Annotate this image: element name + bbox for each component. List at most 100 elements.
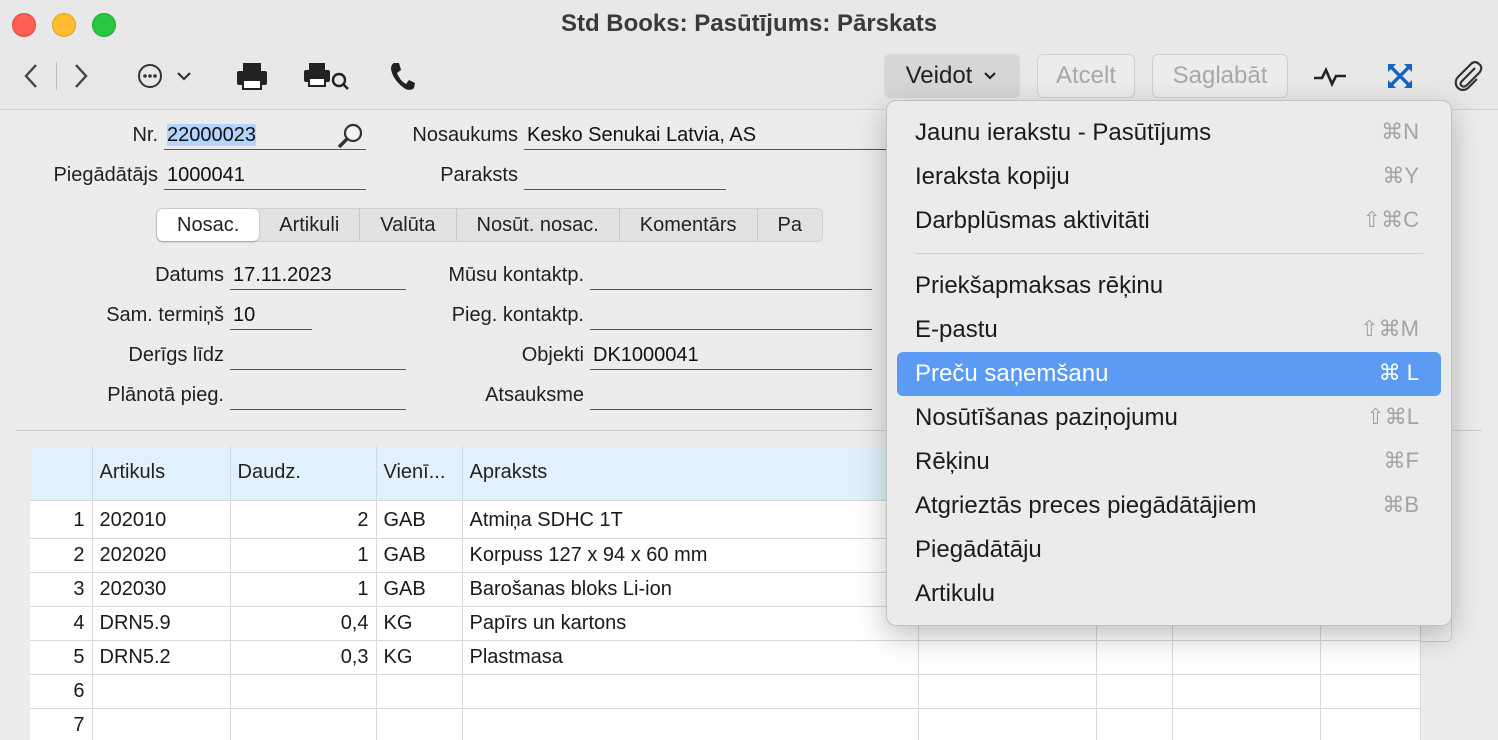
menu-item-returned-goods[interactable]: Atgrieztās preces piegādātājiem ⌘B: [897, 484, 1441, 528]
cell-apraksts[interactable]: Atmiņa SDHC 1T: [462, 504, 919, 539]
cell-vieniba[interactable]: [376, 708, 463, 740]
cell-extra[interactable]: [918, 708, 1097, 740]
cell-extra[interactable]: [1172, 640, 1321, 675]
menu-item-goods-receipt[interactable]: Preču saņemšanu ⌘ L: [897, 352, 1441, 396]
atsauksme-field[interactable]: [590, 380, 872, 410]
cell-extra[interactable]: [1096, 674, 1173, 709]
cell-artikuls[interactable]: DRN5.2: [92, 640, 231, 675]
cell-extra[interactable]: [1096, 640, 1173, 675]
planota-pieg-label: Plānotā pieg.: [107, 384, 224, 406]
menu-item-label: Atgrieztās preces piegādātājiem: [915, 492, 1257, 519]
paperclip-icon[interactable]: [1448, 58, 1488, 94]
search-icon[interactable]: [335, 122, 365, 150]
paraksts-label: Paraksts: [440, 164, 518, 186]
tab-nosut-nosac[interactable]: Nosūt. nosac.: [457, 209, 620, 241]
veidot-button[interactable]: Veidot: [884, 54, 1020, 98]
tab-artikuli[interactable]: Artikuli: [259, 209, 361, 241]
cell-extra[interactable]: [918, 674, 1097, 709]
cell-apraksts[interactable]: Papīrs un kartons: [462, 606, 919, 641]
cell-vieniba[interactable]: GAB: [376, 504, 463, 539]
cell-daudz[interactable]: 2: [230, 504, 377, 539]
datums-field[interactable]: 17.11.2023: [230, 260, 406, 290]
menu-item-new-order[interactable]: Jaunu ierakstu - Pasūtījums ⌘N: [897, 111, 1441, 155]
cell-extra[interactable]: [1096, 708, 1173, 740]
cell-vieniba[interactable]: KG: [376, 606, 463, 641]
cell-vieniba[interactable]: KG: [376, 640, 463, 675]
menu-item-workflow-activity[interactable]: Darbplūsmas aktivitāti ⇧⌘C: [897, 199, 1441, 243]
objekti-field[interactable]: DK1000041: [590, 340, 872, 370]
cell-artikuls[interactable]: 202030: [92, 572, 231, 607]
derigs-lidz-field[interactable]: [230, 340, 406, 370]
cell-daudz[interactable]: [230, 708, 377, 740]
planota-pieg-field[interactable]: [230, 380, 406, 410]
veidot-label: Veidot: [905, 62, 973, 89]
cell-daudz[interactable]: [230, 674, 377, 709]
menu-item-article[interactable]: Artikulu: [897, 572, 1441, 616]
menu-item-shipping-notice[interactable]: Nosūtīšanas paziņojumu ⇧⌘L: [897, 396, 1441, 440]
saglabat-button[interactable]: Saglabāt: [1152, 54, 1288, 98]
tab-komentars[interactable]: Komentārs: [620, 209, 758, 241]
cell-apraksts[interactable]: Plastmasa: [462, 640, 919, 675]
table-row[interactable]: 7: [30, 708, 1421, 740]
back-icon[interactable]: [14, 58, 48, 94]
table-row[interactable]: 5 DRN5.2 0,3 KG Plastmasa: [30, 640, 1421, 675]
atcelt-button[interactable]: Atcelt: [1037, 54, 1135, 98]
cell-apraksts[interactable]: Korpuss 127 x 94 x 60 mm: [462, 538, 919, 573]
col-header-rownum[interactable]: [30, 446, 93, 501]
title-bar: Std Books: Pasūtījums: Pārskats Veidot A…: [0, 0, 1498, 110]
phone-icon[interactable]: [384, 58, 420, 94]
menu-item-label: Jaunu ierakstu - Pasūtījums: [915, 119, 1212, 146]
datums-label: Datums: [155, 264, 224, 286]
col-header-apraksts[interactable]: Apraksts: [462, 446, 919, 501]
cell-artikuls[interactable]: [92, 674, 231, 709]
menu-item-label: Artikulu: [915, 580, 996, 607]
sam-termins-label: Sam. termiņš: [106, 304, 224, 326]
cell-daudz[interactable]: 0,4: [230, 606, 377, 641]
cell-extra[interactable]: [918, 640, 1097, 675]
cell-extra[interactable]: [1320, 640, 1421, 675]
tab-pa[interactable]: Pa: [758, 209, 822, 241]
piegadatajs-label: Piegādātājs: [53, 164, 158, 186]
menu-item-prepayment-invoice[interactable]: Priekšapmaksas rēķinu: [897, 264, 1441, 308]
pieg-kontaktp-field[interactable]: [590, 300, 872, 330]
cell-extra[interactable]: [1320, 674, 1421, 709]
cell-extra[interactable]: [1320, 708, 1421, 740]
col-header-daudz[interactable]: Daudz.: [230, 446, 377, 501]
print-preview-icon[interactable]: [302, 58, 350, 94]
table-row[interactable]: 6: [30, 674, 1421, 709]
expand-icon[interactable]: [1380, 58, 1420, 94]
menu-item-email[interactable]: E-pastu ⇧⌘M: [897, 308, 1441, 352]
cell-artikuls[interactable]: [92, 708, 231, 740]
cell-daudz[interactable]: 0,3: [230, 640, 377, 675]
cell-vieniba[interactable]: [376, 674, 463, 709]
cell-extra[interactable]: [1172, 708, 1321, 740]
col-header-artikuls[interactable]: Artikuls: [92, 446, 231, 501]
cell-apraksts[interactable]: [462, 674, 919, 709]
tab-nosac[interactable]: Nosac.: [157, 209, 260, 241]
paraksts-field[interactable]: [524, 160, 726, 190]
sam-termins-field[interactable]: 10: [230, 300, 312, 330]
cell-vieniba[interactable]: GAB: [376, 538, 463, 573]
cell-apraksts[interactable]: [462, 708, 919, 740]
menu-item-record-copy[interactable]: Ieraksta kopiju ⌘Y: [897, 155, 1441, 199]
menu-item-invoice[interactable]: Rēķinu ⌘F: [897, 440, 1441, 484]
cell-extra[interactable]: [1172, 674, 1321, 709]
cell-artikuls[interactable]: 202010: [92, 504, 231, 539]
cell-vieniba[interactable]: GAB: [376, 572, 463, 607]
cell-apraksts[interactable]: Barošanas bloks Li-ion: [462, 572, 919, 607]
cell-daudz[interactable]: 1: [230, 538, 377, 573]
menu-shortcut: ⌘B: [1382, 492, 1419, 517]
forward-icon[interactable]: [64, 58, 98, 94]
nosaukums-field[interactable]: Kesko Senukai Latvia, AS: [524, 120, 886, 150]
cell-daudz[interactable]: 1: [230, 572, 377, 607]
piegadatajs-field[interactable]: 1000041: [164, 160, 366, 190]
tab-valuta[interactable]: Valūta: [360, 209, 457, 241]
more-actions-icon[interactable]: [136, 58, 196, 94]
musu-kontaktp-field[interactable]: [590, 260, 872, 290]
col-header-vieniba[interactable]: Vienī...: [376, 446, 463, 501]
cell-artikuls[interactable]: DRN5.9: [92, 606, 231, 641]
cell-artikuls[interactable]: 202020: [92, 538, 231, 573]
activity-icon[interactable]: [1310, 58, 1350, 94]
menu-item-supplier[interactable]: Piegādātāju: [897, 528, 1441, 572]
print-icon[interactable]: [232, 58, 272, 94]
